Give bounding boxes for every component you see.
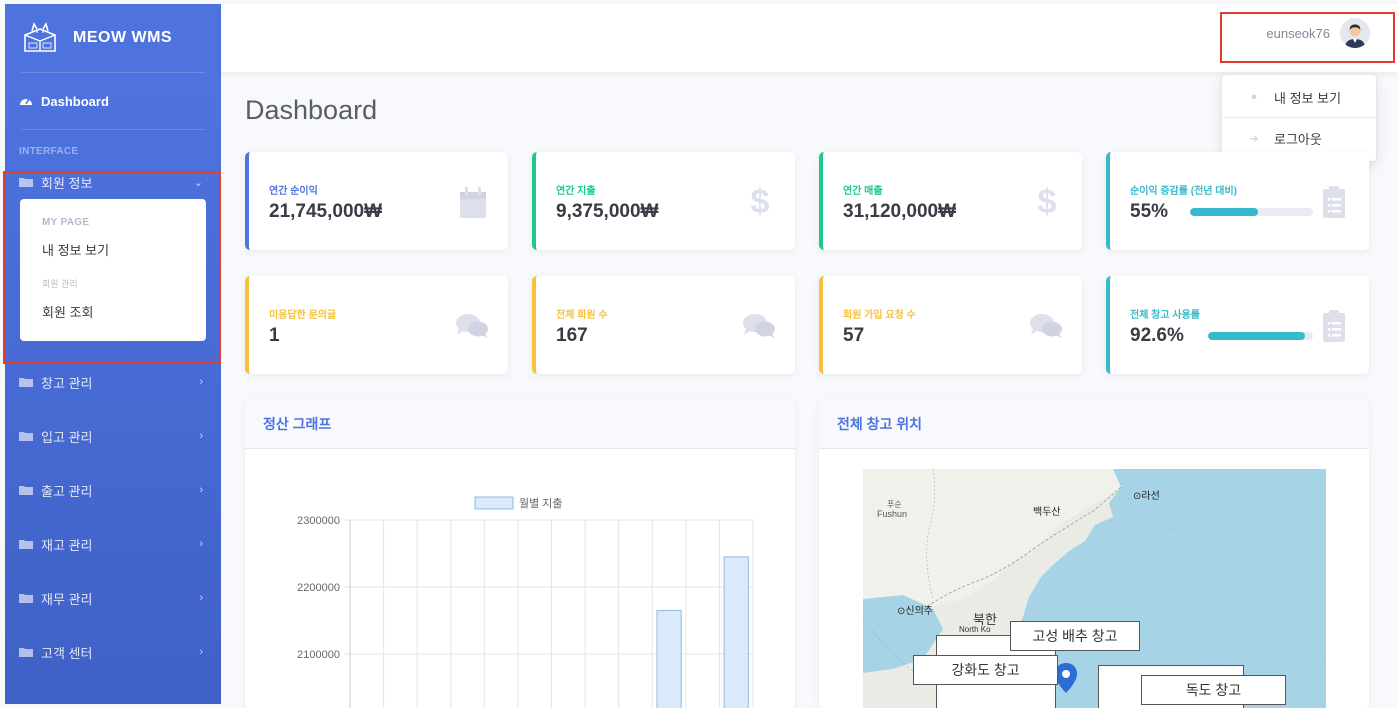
card-total-members: 전체 회원 수 167 (532, 276, 795, 374)
card-value: 31,120,000₩ (843, 201, 957, 222)
chevron-right-icon: › (199, 430, 203, 442)
dropdown-item-label: 로그아웃 (1274, 131, 1322, 147)
sidebar-item-finance[interactable]: 재무 관리 › (5, 571, 221, 625)
card-value: 9,375,000₩ (556, 201, 659, 222)
folder-icon (19, 378, 33, 387)
map-marker-dokdo-warehouse[interactable]: 독도 창고 (1141, 675, 1286, 705)
card-label: 전체 창고 사용률 (1130, 310, 1200, 321)
card-warehouse-usage: 전체 창고 사용률 92.6% (1106, 276, 1369, 374)
warehouse-map[interactable]: 푸순 Fushun 백두산 ⊙라선 ⊙신의주 북한 North Ko 고성 배추… (863, 469, 1326, 708)
calendar-icon (460, 187, 486, 218)
y-tick-label: 2300000 (297, 515, 340, 527)
folder-icon (19, 594, 33, 603)
card-annual-expense: 연간 지출 9,375,000₩ $ (532, 152, 795, 250)
map-place-label: ⊙신의주 (897, 606, 933, 617)
map-place-label: Fushun (877, 509, 908, 519)
card-annual-net-profit: 연간 순이익 21,745,000₩ (245, 152, 508, 250)
location-pin-icon (1055, 663, 1077, 693)
card-label: 순이익 증감률 (전년 대비) (1130, 186, 1237, 197)
page-title: Dashboard (245, 95, 378, 125)
y-tick-label: 2100000 (297, 649, 340, 661)
sidebar-item-label: 고객 센터 (41, 645, 93, 661)
dollar-icon: $ (1037, 183, 1057, 221)
map-place-label: North Ko (959, 625, 991, 634)
brand[interactable]: MEOW WMS (5, 4, 221, 72)
sidebar-item-label: 재무 관리 (41, 591, 93, 607)
tachometer-icon (20, 98, 32, 105)
map-place-label: ⊙라선 (1133, 491, 1160, 502)
map-pin-icon[interactable] (1055, 663, 1077, 693)
highlight-box-member-menu (3, 171, 221, 364)
sidebar-item-label: 창고 관리 (41, 375, 93, 391)
clipboard-list-icon (1323, 186, 1345, 218)
folder-icon (19, 486, 33, 495)
sidebar-item-inventory[interactable]: 재고 관리 › (5, 517, 221, 571)
progress-fill (1190, 208, 1258, 216)
map-place-label: 백두산 (1033, 507, 1061, 518)
folder-icon (19, 540, 33, 549)
sidebar-item-dashboard[interactable]: Dashboard (5, 73, 221, 129)
card-value: 167 (556, 325, 588, 346)
clipboard-list-icon (1323, 310, 1345, 342)
y-tick-label: 2200000 (297, 582, 340, 594)
chart-bar (656, 609, 682, 708)
chevron-right-icon: › (199, 592, 203, 604)
chevron-right-icon: › (199, 484, 203, 496)
progress-bar (1208, 332, 1313, 340)
legend-label: 월별 지출 (519, 497, 563, 510)
chevron-right-icon: › (199, 538, 203, 550)
user-icon: ● (1250, 91, 1258, 103)
folder-icon (19, 648, 33, 657)
map-marker-goseong-warehouse[interactable]: 고성 배추 창고 (1010, 621, 1140, 651)
chevron-right-icon: › (199, 646, 203, 658)
highlight-box-user-menu (1220, 12, 1395, 63)
sidebar-item-label: 출고 관리 (41, 483, 93, 499)
dropdown-item-profile[interactable]: ● 내 정보 보기 (1222, 77, 1376, 117)
dollar-icon: $ (750, 183, 770, 221)
progress-bar (1190, 208, 1313, 216)
brand-name: MEOW WMS (73, 29, 173, 46)
map-panel: 전체 창고 위치 푸순 Fushun 백두산 ⊙라선 ⊙신의주 북한 North… (819, 399, 1369, 708)
sidebar-item-label: 입고 관리 (41, 429, 93, 445)
card-label: 회원 가입 요청 수 (843, 310, 916, 321)
card-signup-requests: 회원 가입 요청 수 57 (819, 276, 1082, 374)
chart-panel-title: 정산 그래프 (245, 399, 795, 449)
legend-swatch (474, 496, 514, 510)
sidebar-item-label: Dashboard (41, 93, 109, 109)
sidebar-item-customer-center[interactable]: 고객 센터 › (5, 625, 221, 679)
folder-icon (19, 432, 33, 441)
card-value: 1 (269, 325, 280, 346)
comments-icon (456, 314, 488, 338)
card-label: 연간 순이익 (269, 186, 318, 197)
dropdown-item-label: 내 정보 보기 (1274, 90, 1342, 106)
sidebar-item-inbound[interactable]: 입고 관리 › (5, 409, 221, 463)
card-value: 92.6% (1130, 325, 1184, 346)
sidebar-item-label: 재고 관리 (41, 537, 93, 553)
comments-icon (1030, 314, 1062, 338)
chevron-right-icon: › (199, 376, 203, 388)
card-unanswered-inquiries: 미응답한 문의글 1 (245, 276, 508, 374)
card-value: 21,745,000₩ (269, 201, 383, 222)
card-value: 57 (843, 325, 865, 346)
card-value: 55% (1130, 201, 1169, 222)
card-label: 미응답한 문의글 (269, 310, 337, 321)
comments-icon (743, 314, 775, 338)
sidebar-heading: INTERFACE (19, 146, 79, 157)
chart-panel: 정산 그래프 2300000 2200000 2100000 월별 지출 (245, 399, 795, 708)
cat-box-logo-icon (24, 22, 56, 52)
chart-bar (723, 556, 749, 708)
sidebar-item-outbound[interactable]: 출고 관리 › (5, 463, 221, 517)
map-marker-ganghwa-warehouse[interactable]: 강화도 창고 (913, 655, 1058, 685)
progress-fill (1208, 332, 1306, 340)
card-annual-revenue: 연간 매출 31,120,000₩ $ (819, 152, 1082, 250)
settlement-bar-chart: 2300000 2200000 2100000 월별 지출 (297, 496, 754, 708)
card-profit-growth-rate: 순이익 증감률 (전년 대비) 55% (1106, 152, 1369, 250)
user-dropdown: ● 내 정보 보기 ➜ 로그아웃 (1221, 74, 1377, 162)
card-label: 연간 매출 (843, 186, 883, 197)
sign-out-icon: ➜ (1249, 132, 1259, 145)
card-label: 연간 지출 (556, 186, 596, 197)
map-panel-title: 전체 창고 위치 (819, 399, 1369, 449)
card-label: 전체 회원 수 (556, 310, 608, 321)
